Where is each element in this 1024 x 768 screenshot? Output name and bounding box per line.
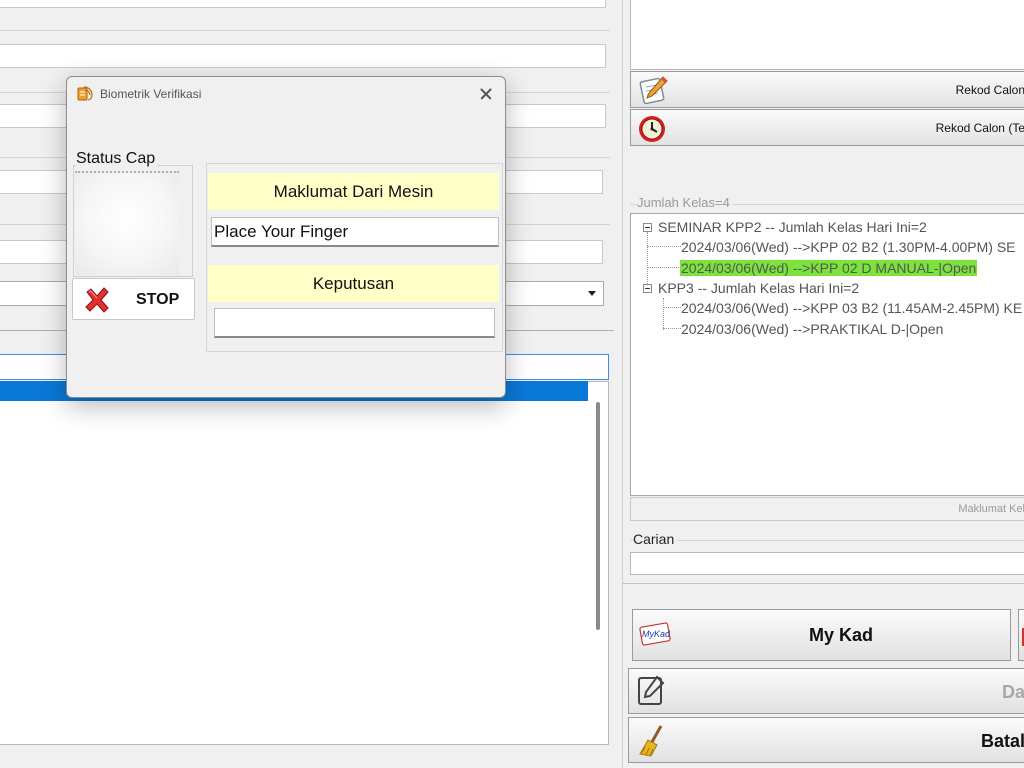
broom-icon bbox=[639, 725, 663, 757]
tree-connector bbox=[663, 298, 664, 330]
daftar-label: Da bbox=[1001, 682, 1024, 702]
rekod-calon-te-label: Rekod Calon (Te bbox=[935, 120, 1024, 135]
tree-connector bbox=[647, 267, 681, 268]
machine-message-field[interactable]: Place Your Finger bbox=[211, 217, 499, 247]
tree-item-highlight: 2024/03/06(Wed) -->KPP 02 D MANUAL-|Open bbox=[680, 260, 978, 276]
collapse-icon[interactable] bbox=[643, 223, 652, 232]
rekod-calon-button[interactable]: Rekod Calon bbox=[630, 71, 1024, 108]
records-list[interactable] bbox=[0, 381, 609, 745]
stop-label: STOP bbox=[136, 291, 180, 308]
carian-label: Carian bbox=[633, 531, 678, 547]
tree-connector bbox=[647, 232, 648, 290]
keputusan-label: Keputusan bbox=[208, 265, 499, 302]
group-divider bbox=[623, 583, 1024, 584]
stop-button[interactable]: STOP bbox=[72, 278, 195, 320]
red-x-icon bbox=[85, 287, 109, 313]
keputusan-field[interactable] bbox=[214, 308, 495, 338]
batal-label: Batal bbox=[980, 731, 1024, 751]
carian-input[interactable] bbox=[630, 552, 1024, 575]
adjacent-button[interactable] bbox=[1018, 609, 1024, 661]
class-tree[interactable]: SEMINAR KPP2 -- Jumlah Kelas Hari Ini=2 … bbox=[630, 213, 1024, 496]
photo-area bbox=[630, 0, 1024, 70]
chevron-down-icon[interactable] bbox=[588, 291, 596, 296]
tree-connector bbox=[663, 328, 681, 329]
mykad-label: My Kad bbox=[809, 625, 874, 645]
status-cap-label: Status Cap bbox=[76, 150, 158, 168]
maklumat-kelas-strip: Maklumat Kel bbox=[630, 497, 1024, 521]
dialog-title: Biometrik Verifikasi bbox=[100, 87, 202, 101]
rekod-calon-label: Rekod Calon bbox=[955, 82, 1024, 97]
form-field-1[interactable] bbox=[0, 0, 606, 8]
tree-group-seminar-kpp2[interactable]: SEMINAR KPP2 -- Jumlah Kelas Hari Ini=2 bbox=[658, 217, 927, 237]
right-panel: Rekod Calon Rekod Calon (Te Jumlah Kelas… bbox=[622, 0, 1024, 768]
mykad-button[interactable]: MyKad My Kad bbox=[632, 609, 1011, 661]
tree-view: SEMINAR KPP2 -- Jumlah Kelas Hari Ini=2 … bbox=[631, 214, 1024, 495]
tree-item[interactable]: 2024/03/06(Wed) -->PRAKTIKAL D-|Open bbox=[681, 319, 943, 339]
tree-group-kpp3[interactable]: KPP3 -- Jumlah Kelas Hari Ini=2 bbox=[658, 278, 859, 298]
maklumat-kelas-label: Maklumat Kel bbox=[958, 503, 1024, 515]
fingerprint-image bbox=[75, 171, 179, 275]
group-divider bbox=[0, 30, 610, 31]
mykad-card-icon: MyKad bbox=[639, 622, 671, 646]
edit-icon bbox=[638, 675, 665, 705]
tree-item[interactable]: 2024/03/06(Wed) -->KPP 03 B2 (11.45AM-2.… bbox=[681, 298, 1022, 318]
close-icon[interactable] bbox=[476, 84, 496, 104]
tree-item[interactable]: 2024/03/06(Wed) -->KPP 02 B2 (1.30PM-4.0… bbox=[681, 237, 1016, 257]
biometrik-dialog: Biometrik Verifikasi Status Cap STOP Mak… bbox=[66, 76, 506, 398]
form-field-2[interactable] bbox=[0, 44, 606, 68]
dialog-titlebar[interactable]: Biometrik Verifikasi bbox=[67, 77, 505, 111]
edit-document-icon bbox=[639, 76, 668, 105]
alarm-clock-icon bbox=[639, 116, 665, 142]
batal-button[interactable]: Batal bbox=[628, 717, 1024, 763]
collapse-icon[interactable] bbox=[643, 284, 652, 293]
list-scrollbar[interactable] bbox=[596, 402, 600, 630]
tree-connector bbox=[647, 246, 681, 247]
tree-connector bbox=[663, 307, 681, 308]
group-divider bbox=[630, 540, 1024, 541]
fingerprint-app-icon bbox=[77, 86, 93, 101]
tree-item-selected[interactable]: 2024/03/06(Wed) -->KPP 02 D MANUAL-|Open bbox=[680, 258, 978, 278]
svg-text:MyKad: MyKad bbox=[642, 629, 671, 639]
daftar-button[interactable]: Da bbox=[628, 668, 1024, 714]
maklumat-dari-mesin-label: Maklumat Dari Mesin bbox=[208, 173, 499, 210]
jumlah-kelas-label: Jumlah Kelas=4 bbox=[637, 195, 733, 210]
rekod-calon-te-button[interactable]: Rekod Calon (Te bbox=[630, 109, 1024, 146]
